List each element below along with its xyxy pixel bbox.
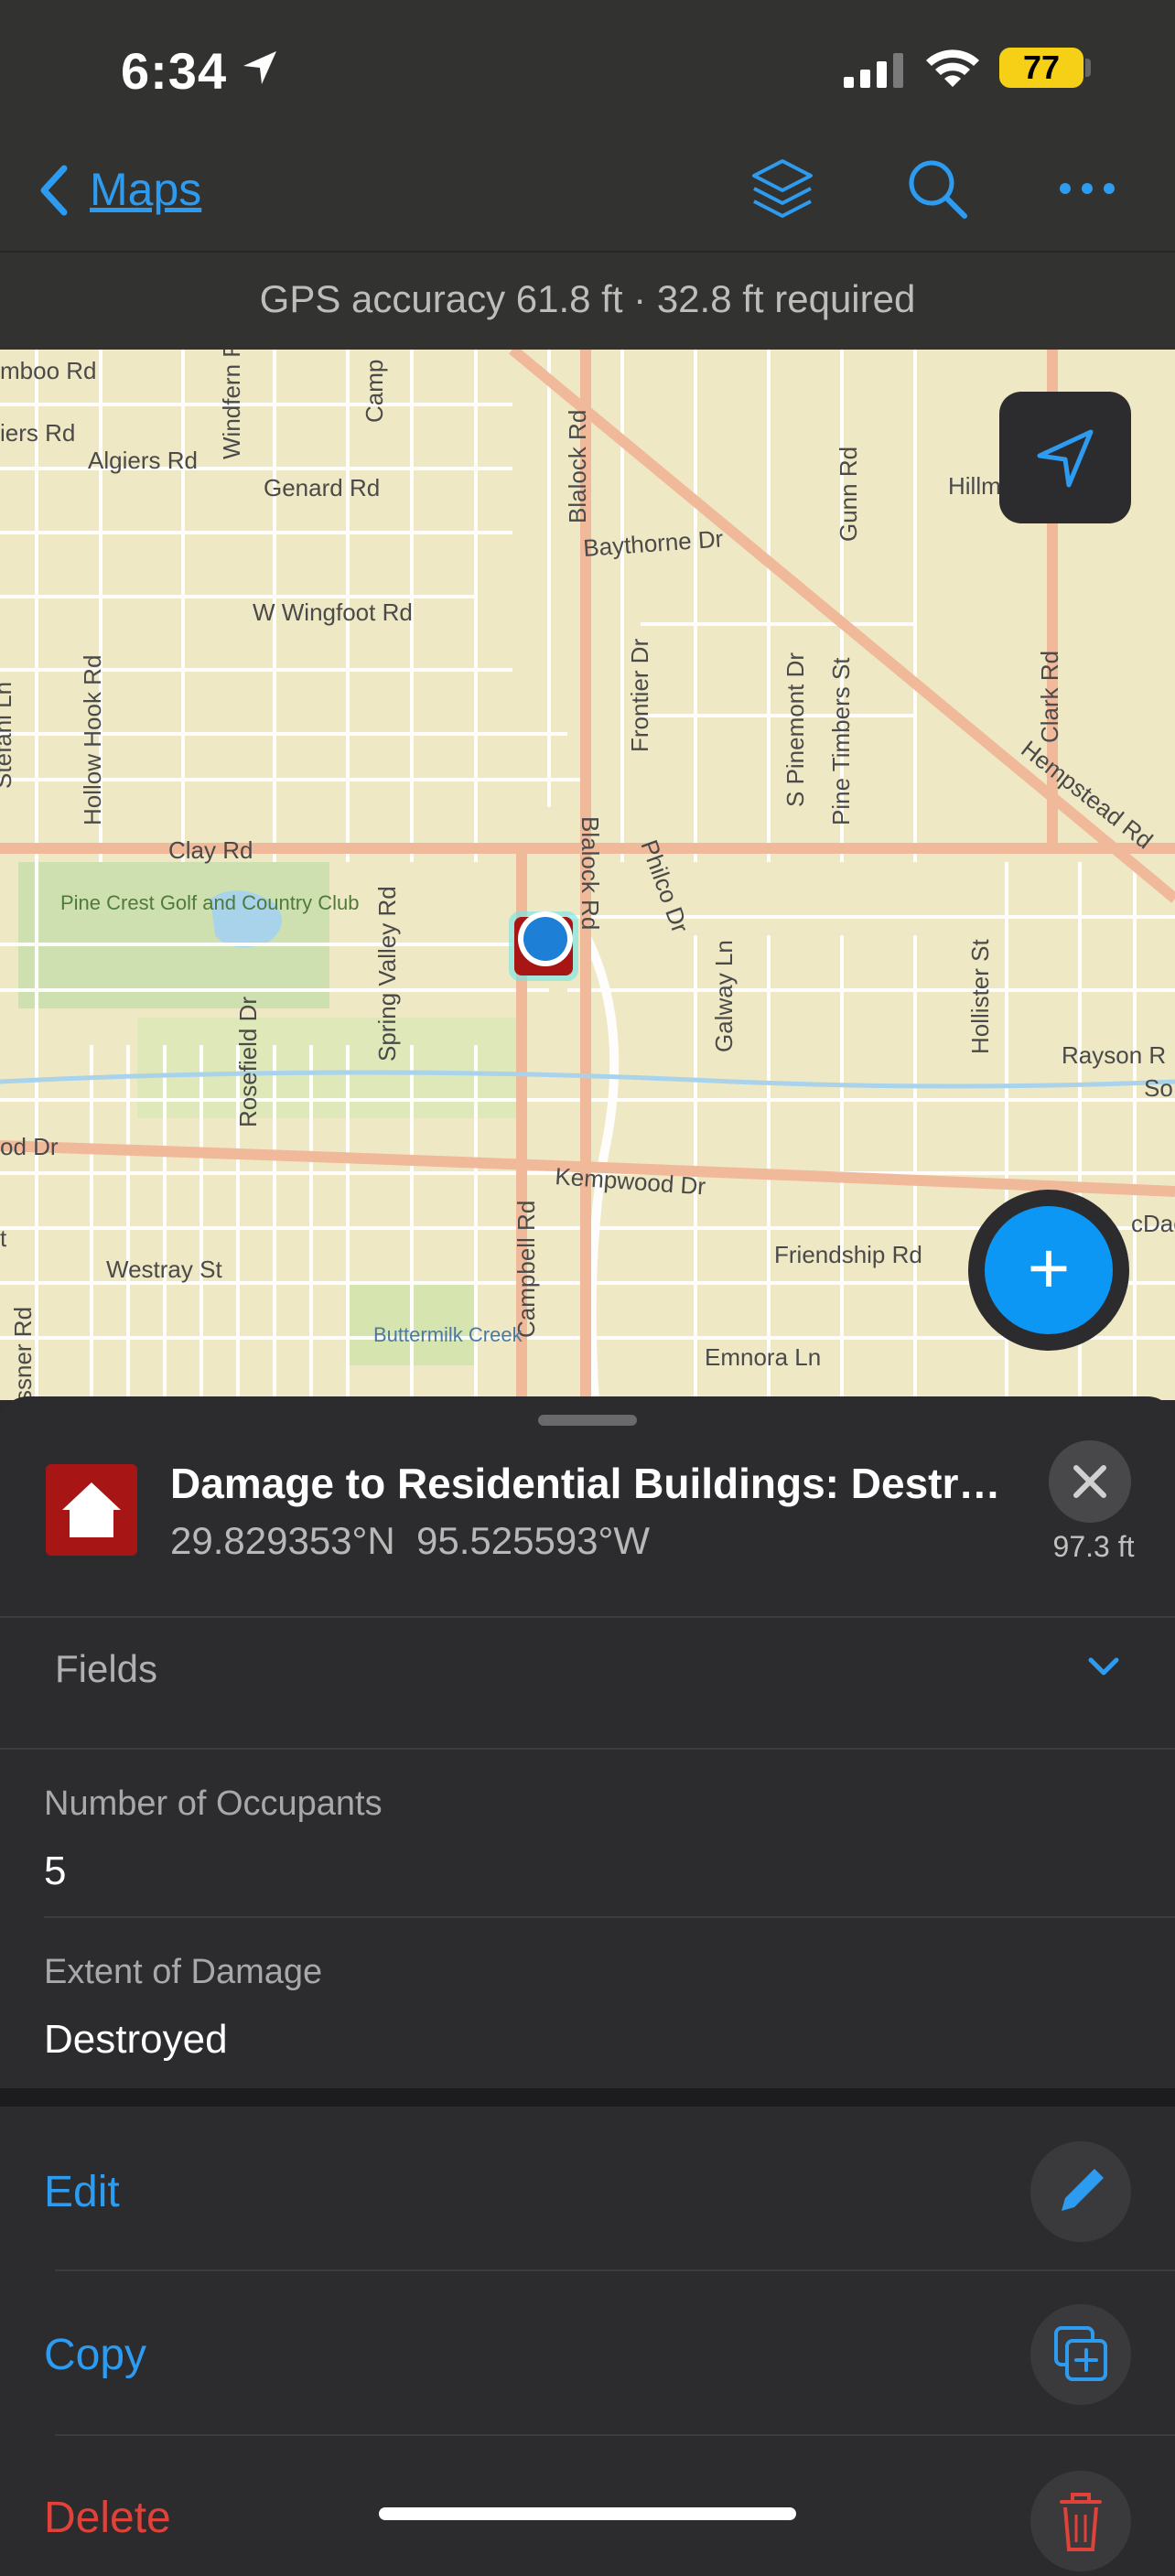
map-label: Buttermilk Creek [373,1323,523,1346]
status-time: 6:34 [121,42,228,100]
field-label-occupants: Number of Occupants [44,1784,383,1823]
map-label: Hempstead Rd [1016,735,1158,854]
wifi-icon [926,49,979,87]
search-icon[interactable] [906,157,970,221]
map-label: Blalock Rd [577,816,604,930]
field-value-damage-extent: Destroyed [44,2017,228,2062]
golf-course-area [18,862,329,1008]
close-icon [1073,1465,1106,1498]
divider [0,1748,1175,1750]
copy-add-icon [1054,2326,1107,2381]
map-label: Hollister St [966,939,994,1054]
map-label: Galway Ln [710,940,738,1052]
map-label: Campbell Rd [512,1201,540,1338]
map-label: Algiers Rd [88,447,198,474]
more-icon[interactable] [1058,181,1116,196]
location-arrow-icon [1037,429,1094,488]
divider [55,2434,1175,2436]
map-label: S Pinemont Dr [782,652,809,807]
fields-section-header[interactable]: Fields [55,1647,157,1691]
home-indicator[interactable] [379,2507,796,2520]
map-label: Rosefield Dr [234,997,262,1127]
section-separator [0,2088,1175,2107]
field-value-occupants: 5 [44,1848,67,1893]
gps-accuracy-banner: GPS accuracy 61.8 ft · 32.8 ft required [0,253,1175,350]
edit-button[interactable] [1030,2141,1131,2242]
map-label: Emnora Ln [705,1343,821,1371]
back-button-maps[interactable]: Maps [90,163,201,216]
map-label: Spring Valley Rd [373,886,401,1062]
map-label: Frontier Dr [626,638,653,752]
divider [55,2269,1175,2271]
map-label: ssner Rd [9,1307,37,1400]
map-label: Clay Rd [168,836,253,864]
copy-button[interactable] [1030,2304,1131,2405]
map-label: Clark Rd [1036,651,1063,743]
map-label: Gunn Rd [835,447,862,542]
copy-action[interactable]: Copy [44,2330,146,2380]
house-icon [46,1464,137,1556]
divider [44,1916,1175,1918]
map-label: Stefani Ln [0,682,16,789]
sheet-grabber[interactable] [538,1415,637,1426]
trash-icon [1060,2493,1102,2551]
map-label: mboo Rd [0,357,97,384]
map-label: Genard Rd [264,474,380,501]
map-label: Hollow Hook Rd [79,655,106,825]
pencil-icon [1062,2169,1104,2211]
add-feature-button[interactable]: + [985,1206,1113,1334]
layers-icon[interactable] [749,156,816,223]
cellular-signal-icon [844,53,903,88]
map-label: iers Rd [0,419,75,447]
map-label: t [0,1224,7,1252]
map-label: So [1144,1074,1173,1102]
map-label: Friendship Rd [774,1241,922,1268]
location-arrow-icon [243,51,276,84]
feature-marker [509,911,578,981]
field-label-damage-extent: Extent of Damage [44,1953,323,1991]
map-label: Windfern Rd [218,350,245,459]
map-label: Blalock Rd [564,410,591,523]
feature-coordinates: 29.829353°N 95.525593°W [170,1519,650,1562]
delete-button[interactable] [1030,2471,1131,2571]
delete-action[interactable]: Delete [44,2493,171,2543]
map-label: cDad [1131,1210,1175,1237]
locate-button[interactable] [999,392,1131,523]
feature-title: Damage to Residential Buildings: Destroy… [170,1460,1021,1507]
feature-distance: 97.3 ft [1052,1530,1135,1563]
map-label: Camp [361,360,388,423]
chevron-down-icon[interactable] [1085,1653,1122,1680]
close-button[interactable] [1049,1440,1131,1523]
chevron-left-icon[interactable] [35,163,71,218]
battery-indicator: 77 [999,48,1083,88]
map-label: Westray St [106,1256,222,1283]
divider [0,1616,1175,1618]
map-label: W Wingfoot Rd [253,598,413,626]
map-label: Rayson R [1062,1041,1166,1069]
map-label: Pine Crest Golf and Country Club [60,891,360,914]
map-label: od Dr [0,1133,59,1160]
map-label: Baythorne Dr [582,524,724,562]
map-label: Pine Timbers St [827,657,855,825]
battery-tip [1085,59,1091,77]
edit-action[interactable]: Edit [44,2167,120,2217]
